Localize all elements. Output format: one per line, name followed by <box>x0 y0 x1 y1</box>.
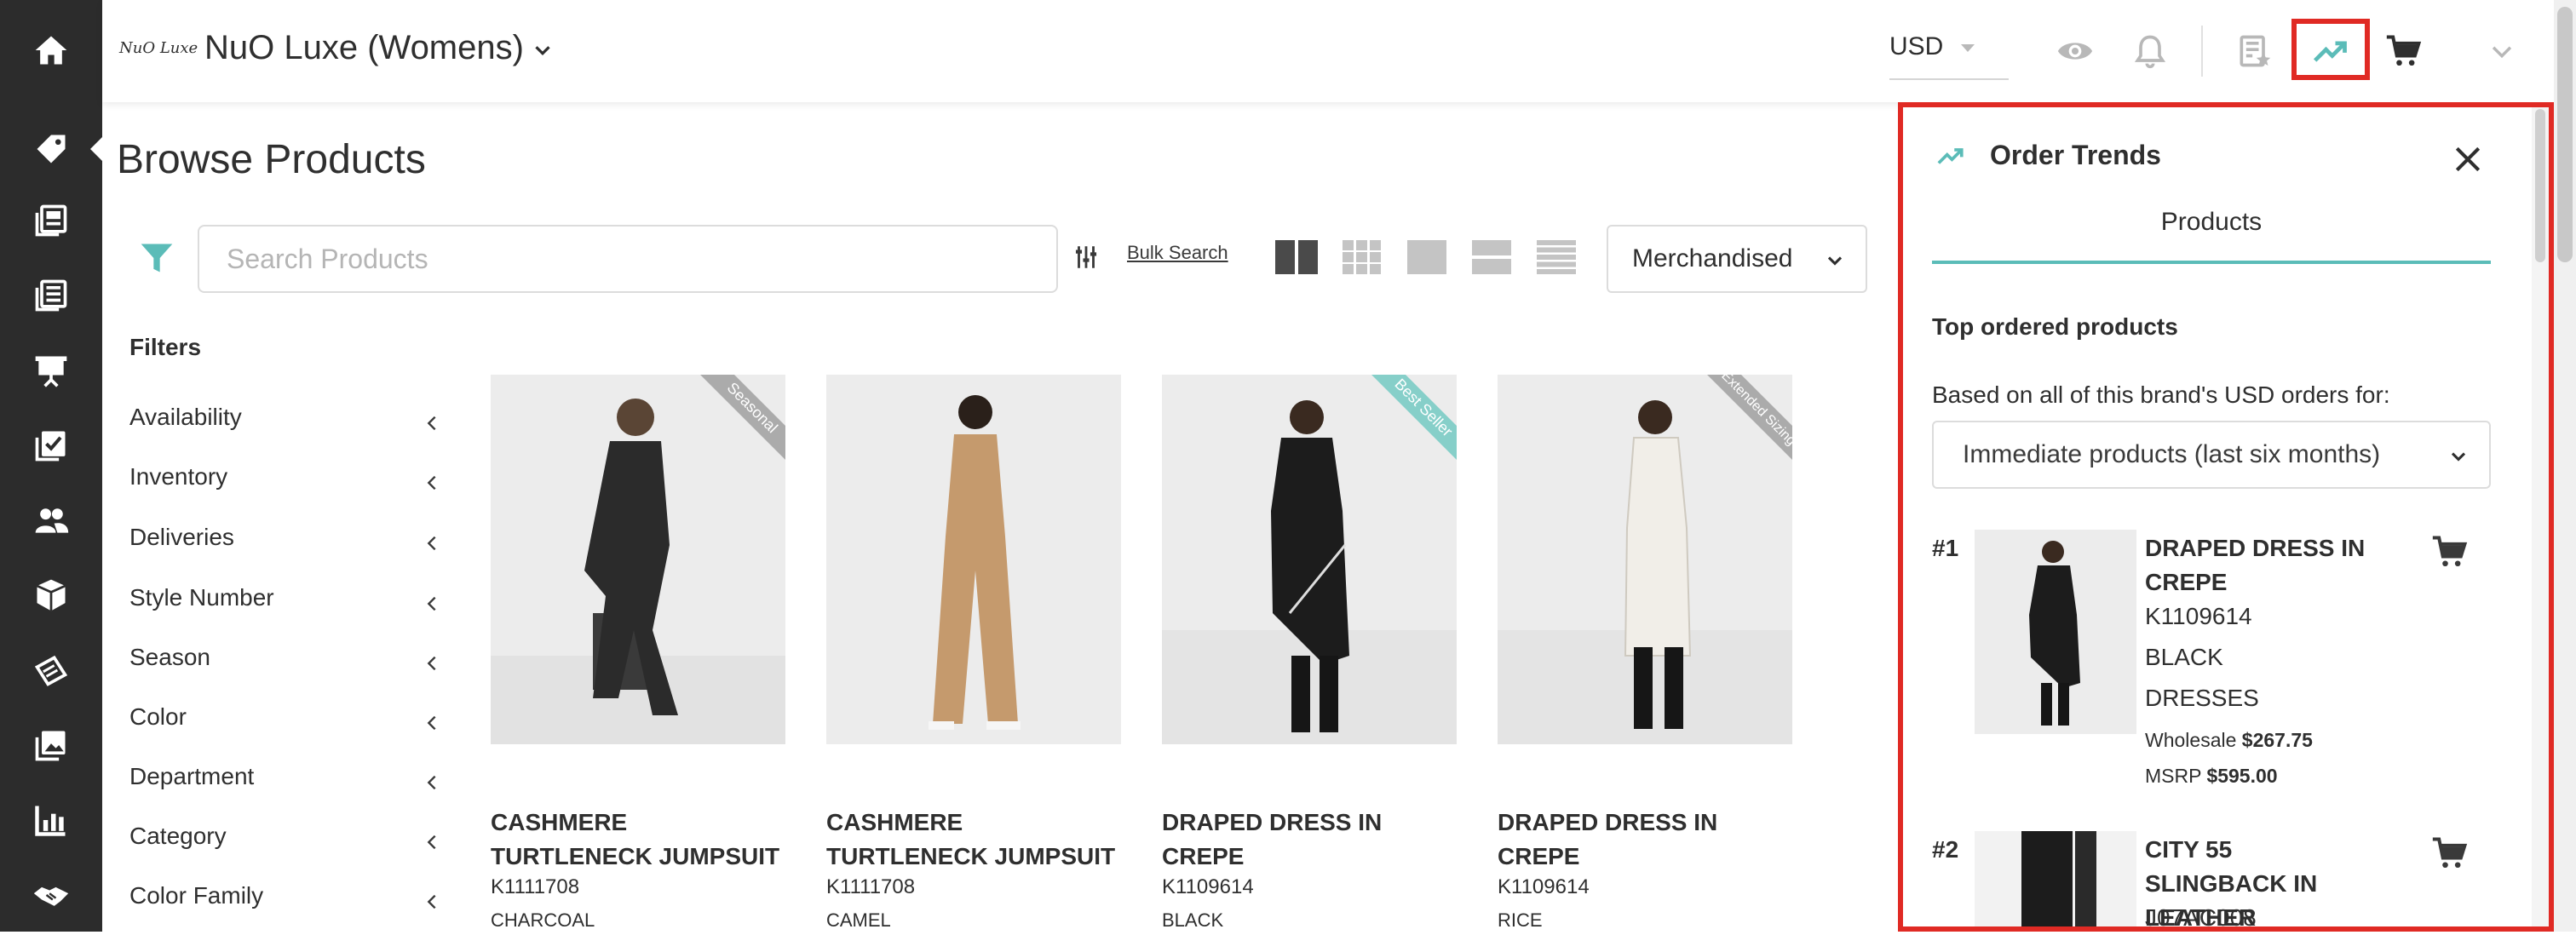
split-view-icon[interactable] <box>1470 240 1513 274</box>
svg-text:Best Seller: Best Seller <box>1391 376 1456 440</box>
currency-selector[interactable]: USD <box>1889 32 1943 61</box>
chevron-left-icon <box>427 775 436 790</box>
product-name[interactable]: CASHMERE TURTLENECK JUMPSUIT <box>826 806 1121 874</box>
presentation-icon[interactable] <box>0 341 102 400</box>
chevron-down-icon[interactable] <box>2487 32 2516 70</box>
filter-deliveries[interactable]: Deliveries <box>129 524 445 563</box>
filter-color[interactable]: Color <box>129 703 445 743</box>
single-view-icon[interactable] <box>1406 240 1448 274</box>
product-color: CHARCOAL <box>491 909 595 931</box>
active-nav-indicator <box>90 137 102 161</box>
product-name[interactable]: CASHMERE TURTLENECK JUMPSUIT <box>491 806 785 874</box>
filter-label: Color <box>129 703 187 730</box>
search-input[interactable]: Search Products <box>198 225 1058 293</box>
list-view-icon[interactable] <box>1535 240 1578 274</box>
filters-heading: Filters <box>129 334 202 360</box>
filter-label: Availability <box>129 404 242 430</box>
product-card[interactable]: Seasonal CASHMERE TURTLENECK JUMPSUIT K1… <box>491 375 785 932</box>
large-two-col-view-icon[interactable] <box>1275 240 1318 274</box>
bell-icon[interactable] <box>2131 32 2169 70</box>
chevron-left-icon <box>427 835 436 850</box>
users-icon[interactable] <box>0 490 102 550</box>
filter-availability[interactable]: Availability <box>129 404 445 443</box>
page-scrollbar-thumb[interactable] <box>2557 7 2573 262</box>
product-color: RICE <box>1498 909 1543 931</box>
linesheet-icon[interactable] <box>0 266 102 325</box>
product-color: CAMEL <box>826 909 891 931</box>
product-sku: K1109614 <box>1498 875 1590 898</box>
product-ribbon: Best Seller <box>1329 375 1457 502</box>
chevron-left-icon <box>427 536 436 551</box>
chart-icon[interactable] <box>0 790 102 850</box>
filter-inventory[interactable]: Inventory <box>129 463 445 502</box>
filter-style-number[interactable]: Style Number <box>129 584 445 623</box>
chevron-down-icon <box>1827 256 1843 266</box>
sort-select[interactable]: Merchandised <box>1607 225 1867 293</box>
filter-label: Inventory <box>129 463 228 490</box>
checklist-icon[interactable] <box>0 416 102 475</box>
box-icon[interactable] <box>0 565 102 625</box>
eye-icon[interactable] <box>2056 32 2094 70</box>
home-icon[interactable] <box>0 20 102 80</box>
product-ribbon: Seasonal <box>658 375 785 502</box>
chevron-left-icon <box>427 596 436 611</box>
funnel-icon[interactable] <box>138 237 175 279</box>
order-sheet-icon[interactable] <box>2235 32 2273 70</box>
cart-icon[interactable] <box>2385 32 2423 70</box>
search-placeholder: Search Products <box>227 243 428 274</box>
product-color: BLACK <box>1162 909 1224 931</box>
brand-switcher[interactable]: NuO Luxe (Womens) <box>204 29 524 67</box>
product-image[interactable] <box>826 375 1121 744</box>
filter-label: Color Family <box>129 882 264 909</box>
filter-label: Style Number <box>129 584 274 611</box>
caret-down-icon <box>1961 44 1975 52</box>
chevron-left-icon <box>427 416 436 431</box>
product-card[interactable]: CASHMERE TURTLENECK JUMPSUIT K1111708 CA… <box>826 375 1121 932</box>
product-card[interactable]: Best Seller DRAPED DRESS IN CREPE K11096… <box>1162 375 1457 932</box>
product-sku: K1109614 <box>1162 875 1254 898</box>
grid-view-icon[interactable] <box>1341 240 1383 274</box>
chevron-left-icon <box>427 894 436 909</box>
image-icon[interactable] <box>0 715 102 775</box>
bulk-search-link[interactable]: Bulk Search <box>1127 242 1228 264</box>
left-nav-rail <box>0 0 102 932</box>
svg-text:Seasonal: Seasonal <box>724 379 781 436</box>
currency-underline <box>1889 78 2009 80</box>
filter-label: Deliveries <box>129 524 234 550</box>
product-ribbon: Extended Sizing <box>1665 375 1792 502</box>
sort-value: Merchandised <box>1632 244 1793 272</box>
trend-icon-highlight <box>2291 19 2370 80</box>
chevron-left-icon <box>427 656 436 671</box>
brand-logo[interactable]: NuO Luxe <box>119 39 198 57</box>
product-card[interactable]: Extended Sizing DRAPED DRESS IN CREPE K1… <box>1498 375 1792 932</box>
filter-label: Season <box>129 644 210 670</box>
filter-label: Category <box>129 823 227 849</box>
product-name[interactable]: DRAPED DRESS IN CREPE <box>1498 806 1792 874</box>
filter-season[interactable]: Season <box>129 644 445 683</box>
handshake-icon[interactable] <box>0 865 102 925</box>
product-name[interactable]: DRAPED DRESS IN CREPE <box>1162 806 1457 874</box>
chevron-down-icon[interactable] <box>530 37 555 63</box>
product-sku: K1111708 <box>491 875 580 898</box>
catalog-icon[interactable] <box>0 191 102 250</box>
chevron-left-icon <box>427 475 436 490</box>
header-divider <box>2201 26 2203 77</box>
filter-color-family[interactable]: Color Family <box>129 882 445 921</box>
tickets-icon[interactable] <box>0 640 102 700</box>
chevron-left-icon <box>427 715 436 731</box>
page-title: Browse Products <box>117 137 426 182</box>
filter-label: Department <box>129 763 255 789</box>
svg-text:Extended Sizing: Extended Sizing <box>1718 375 1792 449</box>
sliders-icon[interactable] <box>1072 240 1101 274</box>
panel-highlight-outline <box>1898 102 2554 932</box>
filter-category[interactable]: Category <box>129 823 445 862</box>
filter-department[interactable]: Department <box>129 763 445 802</box>
tag-icon[interactable] <box>0 119 102 179</box>
product-sku: K1111708 <box>826 875 916 898</box>
